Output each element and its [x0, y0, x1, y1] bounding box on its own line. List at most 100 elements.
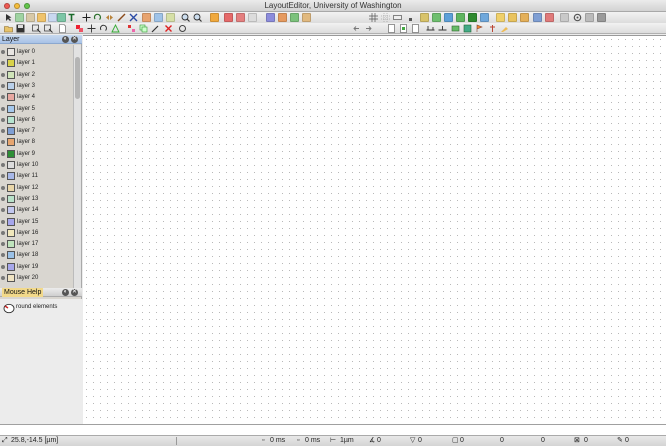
layer-color-swatch[interactable]	[7, 81, 15, 90]
info-icon[interactable]	[585, 13, 594, 22]
layer-visibility-icon[interactable]	[1, 174, 5, 179]
layer-list-scrollbar[interactable]	[73, 45, 81, 290]
mark-icon[interactable]	[496, 13, 505, 22]
layer-visibility-icon[interactable]	[1, 129, 5, 134]
close-dock-icon[interactable]: ✕	[71, 36, 78, 43]
circle-tool-icon[interactable]	[48, 13, 57, 22]
layer-color-swatch[interactable]	[7, 104, 15, 113]
measure-icon[interactable]	[533, 13, 542, 22]
cell-ref-tool-icon[interactable]	[57, 13, 66, 22]
cut-icon[interactable]	[129, 13, 138, 22]
layer-row[interactable]: layer 8	[0, 137, 72, 148]
merge-icon[interactable]	[142, 13, 151, 22]
select-box-icon[interactable]	[468, 13, 477, 22]
cell-hierarchy-icon[interactable]	[266, 13, 275, 22]
move-icon[interactable]	[82, 13, 91, 22]
fix-icon[interactable]	[520, 13, 529, 22]
layer-color-swatch[interactable]	[7, 161, 15, 169]
cell-search-icon[interactable]	[44, 24, 53, 33]
layer-color-swatch[interactable]	[7, 115, 15, 124]
layer-visibility-icon[interactable]	[1, 208, 5, 213]
layer-color-swatch[interactable]	[7, 262, 15, 271]
marker-icon[interactable]	[500, 24, 509, 33]
layer-visibility-icon[interactable]	[1, 72, 5, 77]
layer-color-swatch[interactable]	[7, 127, 15, 136]
scale-icon[interactable]	[117, 13, 126, 22]
boolean-icon[interactable]	[154, 13, 163, 22]
pin-icon[interactable]	[488, 24, 497, 33]
select-pointer-icon[interactable]	[4, 13, 13, 22]
box-tool-icon[interactable]	[15, 13, 24, 22]
route-icon[interactable]	[451, 24, 460, 33]
layer-visibility-icon[interactable]	[1, 50, 5, 54]
cell-forward-icon[interactable]	[364, 24, 373, 33]
layer-row[interactable]: layer 20	[0, 273, 72, 284]
layer-row[interactable]: layer 10	[0, 160, 72, 171]
layer-color-swatch[interactable]	[7, 183, 15, 192]
layer-color-swatch[interactable]	[7, 70, 15, 79]
layer-delete-icon[interactable]	[224, 13, 233, 22]
float-help-icon[interactable]: ◐	[62, 289, 69, 296]
layer-visibility-icon[interactable]	[1, 253, 5, 258]
via-icon[interactable]	[463, 24, 472, 33]
grid-dots-icon[interactable]	[381, 13, 390, 22]
layer-visibility-icon[interactable]	[1, 151, 5, 156]
zoom-in-icon[interactable]	[181, 13, 190, 22]
layer-visibility-icon[interactable]	[1, 276, 5, 280]
layer-row[interactable]: layer 3	[0, 81, 72, 92]
select-point-icon[interactable]	[480, 13, 489, 22]
properties-icon[interactable]	[178, 24, 187, 33]
open-folder-icon[interactable]	[4, 24, 13, 33]
layer-visibility-icon[interactable]	[1, 83, 5, 88]
layer-visibility-icon[interactable]	[1, 230, 5, 235]
layer-color-swatch[interactable]	[7, 274, 15, 282]
text-tool-icon[interactable]	[67, 13, 76, 22]
float-dock-icon[interactable]: ◐	[62, 36, 69, 43]
layer-visibility-icon[interactable]	[1, 196, 5, 201]
layer-row[interactable]: layer 9	[0, 149, 72, 160]
layer-color-swatch[interactable]	[7, 194, 15, 203]
layer-visibility-icon[interactable]	[1, 219, 5, 224]
layer-visibility-icon[interactable]	[1, 140, 5, 145]
layer-visibility-icon[interactable]	[1, 117, 5, 122]
move-cross-icon[interactable]	[87, 24, 96, 33]
zoom-out-icon[interactable]	[193, 13, 202, 22]
layer-row[interactable]: layer 14	[0, 205, 72, 216]
layer-color-swatch[interactable]	[7, 228, 15, 237]
distribute-icon[interactable]	[438, 24, 447, 33]
node-edit-icon[interactable]	[127, 24, 136, 33]
layer-row[interactable]: layer 15	[0, 217, 72, 228]
undo-red-icon[interactable]	[75, 24, 84, 33]
layer-row[interactable]: layer 19	[0, 262, 72, 273]
group-icon[interactable]	[290, 13, 299, 22]
grid-icon[interactable]	[369, 13, 378, 22]
layer-color-swatch[interactable]	[7, 48, 15, 56]
layer-color-swatch[interactable]	[7, 240, 15, 249]
doc-icon-1[interactable]	[387, 24, 396, 33]
layer-visibility-icon[interactable]	[1, 185, 5, 190]
layer-visibility-icon[interactable]	[1, 242, 5, 247]
mark-flag-icon[interactable]	[475, 24, 484, 33]
layer-row[interactable]: layer 5	[0, 104, 72, 115]
layer-color-swatch[interactable]	[7, 251, 15, 260]
mirror-icon[interactable]	[105, 13, 114, 22]
layer-row[interactable]: layer 16	[0, 228, 72, 239]
new-document-icon[interactable]	[58, 24, 67, 33]
unmark-icon[interactable]	[508, 13, 517, 22]
drc-icon[interactable]	[545, 13, 554, 22]
settings-icon[interactable]	[573, 13, 582, 22]
layer-row[interactable]: layer 6	[0, 115, 72, 126]
ruler-icon[interactable]	[393, 13, 402, 22]
scrollbar-thumb[interactable]	[75, 57, 80, 99]
select-all-icon[interactable]	[420, 13, 429, 22]
rotate-icon[interactable]	[93, 13, 102, 22]
ungroup-icon[interactable]	[302, 13, 311, 22]
layer-row[interactable]: layer 12	[0, 183, 72, 194]
layer-visibility-icon[interactable]	[1, 163, 5, 167]
deselect-icon[interactable]	[444, 13, 453, 22]
doc-icon-3[interactable]	[411, 24, 420, 33]
command-line-input[interactable]	[0, 424, 666, 435]
layer-color-swatch[interactable]	[7, 172, 15, 181]
path-tool-icon[interactable]	[37, 13, 46, 22]
layer-copy-icon[interactable]	[248, 13, 257, 22]
